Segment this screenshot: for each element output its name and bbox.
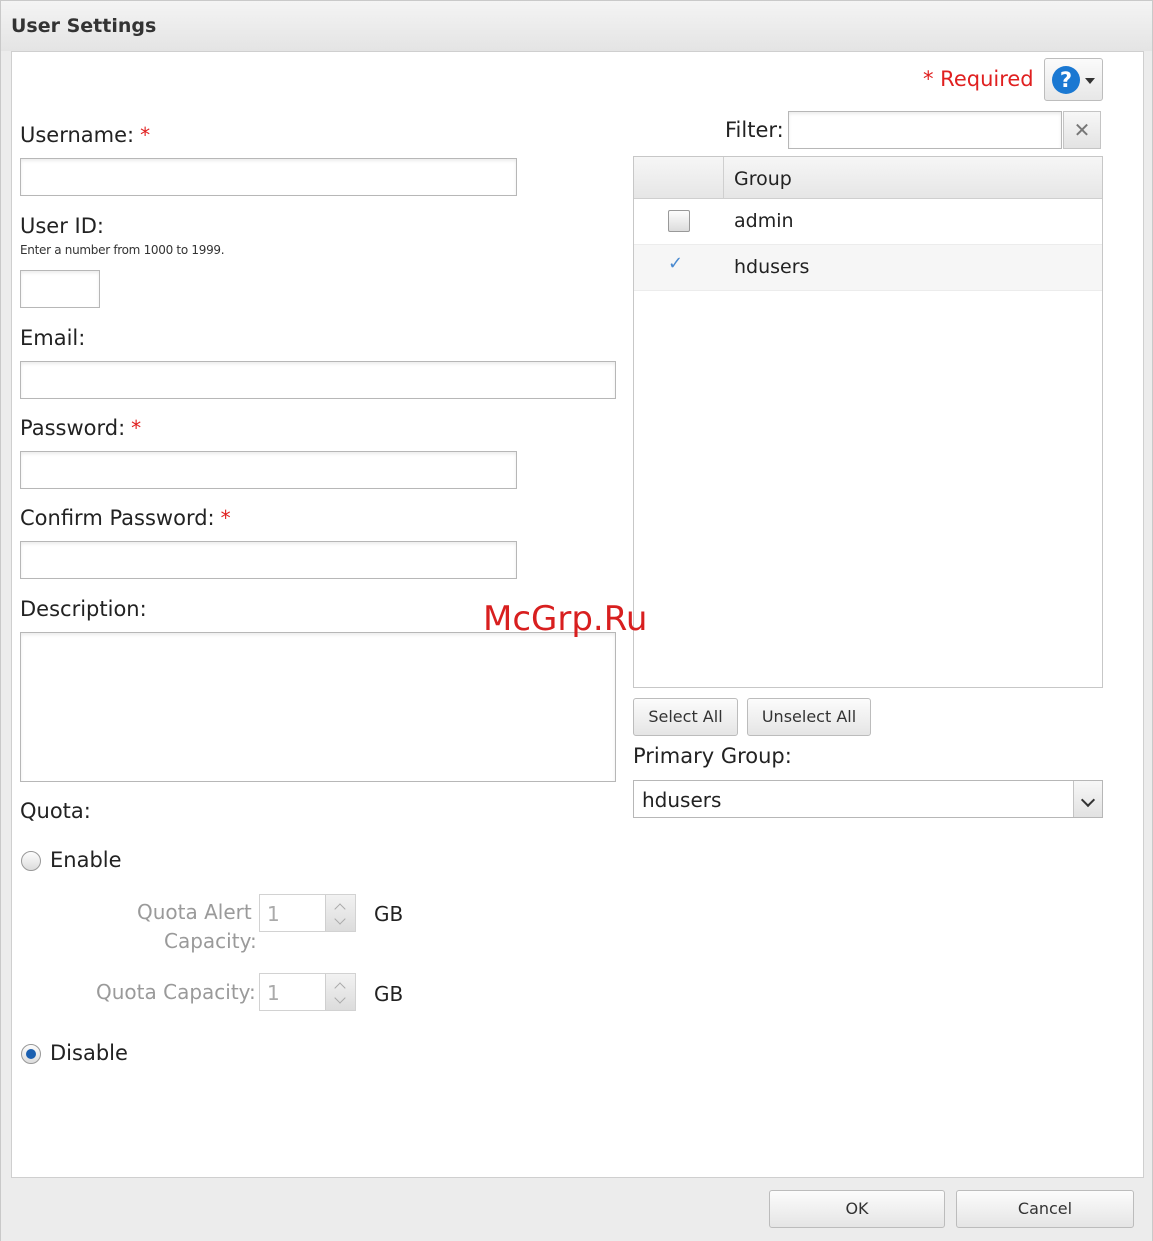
quota-capacity-stepper[interactable]: 1: [259, 973, 356, 1011]
filter-input[interactable]: [788, 111, 1062, 149]
quota-alert-stepper[interactable]: 1: [259, 894, 356, 932]
dialog-title-bar: User Settings: [1, 1, 1152, 51]
username-label: Username: *: [20, 123, 151, 147]
quota-capacity-unit: GB: [374, 982, 404, 1006]
caret-down-icon: [1085, 78, 1095, 84]
username-input[interactable]: [20, 158, 517, 196]
quota-alert-label-line2: Capacity:: [164, 929, 257, 953]
description-textarea[interactable]: [20, 632, 616, 782]
group-row-hdusers[interactable]: ✓ hdusers: [634, 245, 1102, 291]
quota-alert-unit: GB: [374, 902, 404, 926]
watermark-text: McGrp.Ru: [483, 599, 648, 639]
quota-disable-label: Disable: [50, 1041, 128, 1065]
group-row-admin[interactable]: admin: [634, 199, 1102, 245]
filter-label: Filter:: [725, 118, 784, 142]
user-id-label: User ID:: [20, 214, 104, 238]
email-label: Email:: [20, 326, 86, 350]
quota-disable-radio[interactable]: [21, 1044, 41, 1064]
quota-enable-radio[interactable]: [21, 851, 41, 871]
header-divider: [723, 157, 724, 199]
chevron-down-icon: [334, 992, 346, 1004]
primary-group-value: hdusers: [642, 788, 722, 812]
required-marker: *: [220, 506, 231, 530]
clear-filter-button[interactable]: ✕: [1063, 111, 1101, 149]
unselect-all-button[interactable]: Unselect All: [747, 698, 871, 736]
question-mark-icon: ?: [1052, 66, 1080, 94]
chevron-down-icon[interactable]: [1073, 781, 1102, 817]
quota-capacity-label: Quota Capacity:: [96, 980, 256, 1004]
group-grid: Group admin ✓ hdusers: [633, 156, 1103, 688]
password-label: Password: *: [20, 416, 142, 440]
quota-capacity-spin-buttons[interactable]: [325, 974, 355, 1010]
required-marker: *: [131, 416, 142, 440]
email-input[interactable]: [20, 361, 616, 399]
confirm-password-label: Confirm Password: *: [20, 506, 231, 530]
quota-label: Quota:: [20, 799, 91, 823]
user-id-hint: Enter a number from 1000 to 1999.: [20, 243, 225, 257]
group-column-header[interactable]: Group: [734, 168, 792, 190]
user-id-input[interactable]: [20, 270, 100, 308]
group-name: admin: [734, 210, 794, 232]
confirm-password-input[interactable]: [20, 541, 517, 579]
quota-capacity-value: 1: [267, 981, 280, 1005]
group-checkbox-admin[interactable]: [668, 210, 690, 232]
group-grid-header: Group: [634, 157, 1102, 199]
quota-enable-label: Enable: [50, 848, 122, 872]
cancel-button[interactable]: Cancel: [956, 1190, 1134, 1228]
dialog-footer: OK Cancel: [1, 1179, 1152, 1241]
select-all-button[interactable]: Select All: [633, 698, 738, 736]
required-marker: *: [140, 123, 151, 147]
quota-alert-value: 1: [267, 902, 280, 926]
primary-group-label: Primary Group:: [633, 744, 792, 768]
dialog-title: User Settings: [11, 15, 157, 37]
chevron-down-icon: [334, 913, 346, 925]
description-label: Description:: [20, 597, 147, 621]
quota-alert-label-line1: Quota Alert: [137, 900, 252, 924]
password-input[interactable]: [20, 451, 517, 489]
ok-button[interactable]: OK: [769, 1190, 945, 1228]
help-button[interactable]: ?: [1044, 58, 1103, 101]
checkmark-icon[interactable]: ✓: [668, 253, 683, 274]
primary-group-select[interactable]: hdusers: [633, 780, 1103, 818]
user-settings-dialog: User Settings * Required ? Username: * Us…: [0, 0, 1153, 1241]
group-name: hdusers: [734, 256, 810, 278]
quota-alert-spin-buttons[interactable]: [325, 895, 355, 931]
close-icon: ✕: [1073, 118, 1091, 142]
required-note: * Required: [923, 67, 1034, 91]
